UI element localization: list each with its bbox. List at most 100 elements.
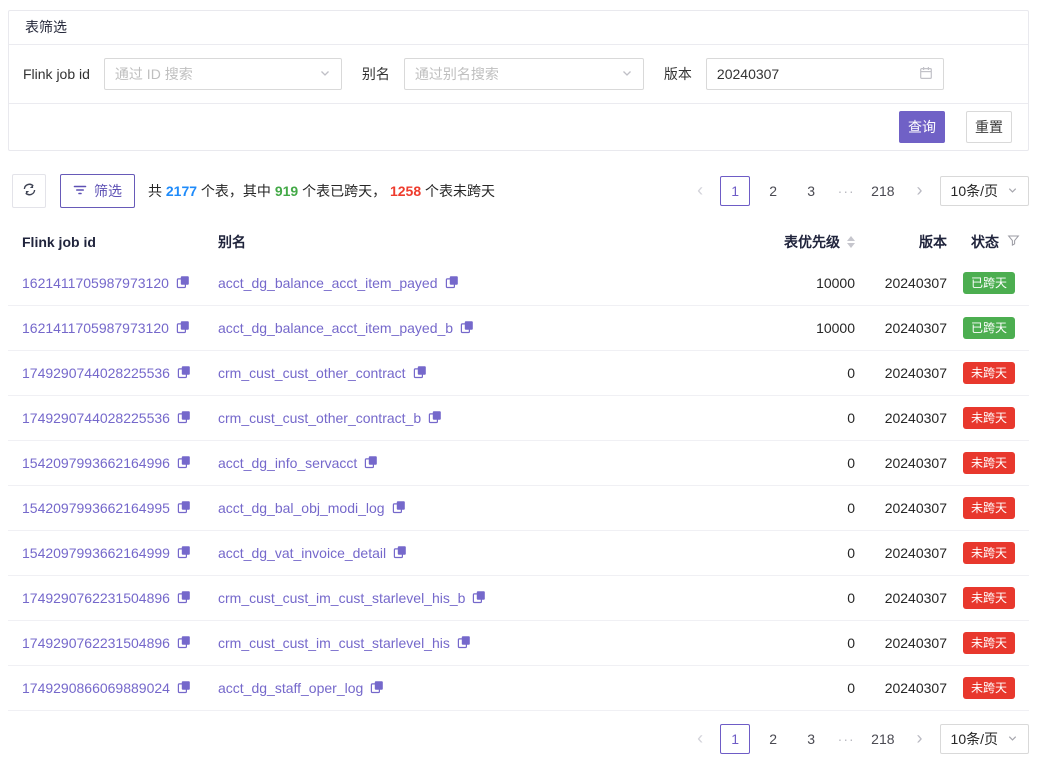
reset-button[interactable]: 重置 <box>966 111 1012 143</box>
table-row: 1621411705987973120 acct_dg_balance_acct… <box>8 306 1029 351</box>
version-date-value: 20240307 <box>717 66 779 82</box>
copy-icon[interactable] <box>460 320 474 337</box>
flink-job-id-link[interactable]: 1542097993662164995 <box>22 500 170 516</box>
flink-job-id-link[interactable]: 1749290744028225536 <box>22 410 170 426</box>
page-size-select[interactable]: 10条/页 <box>940 724 1029 754</box>
copy-icon[interactable] <box>177 635 191 652</box>
flink-job-id-link[interactable]: 1749290866069889024 <box>22 680 170 696</box>
alias-link[interactable]: crm_cust_cust_other_contract <box>218 365 406 381</box>
copy-icon[interactable] <box>364 455 378 472</box>
status-badge: 未跨天 <box>963 677 1015 699</box>
flink-job-id-link[interactable]: 1621411705987973120 <box>22 275 169 291</box>
chevron-down-icon <box>1007 731 1018 747</box>
priority-value: 0 <box>847 500 855 516</box>
filter-panel: 表筛选 Flink job id 通过 ID 搜索 别名 通过别名搜索 版本 <box>8 10 1029 151</box>
table-row: 1749290744028225536 crm_cust_cust_other_… <box>8 351 1029 396</box>
pagination-next[interactable]: › <box>908 176 932 206</box>
flink-job-id-link[interactable]: 1749290762231504896 <box>22 590 170 606</box>
pagination-page-2[interactable]: 2 <box>758 724 788 754</box>
table-body: 1621411705987973120 acct_dg_balance_acct… <box>0 261 1037 711</box>
total-count: 2177 <box>166 183 197 199</box>
copy-icon[interactable] <box>472 590 486 607</box>
flink-job-id-field: Flink job id 通过 ID 搜索 <box>23 58 342 90</box>
sort-icon[interactable] <box>847 236 855 248</box>
flink-job-id-select[interactable]: 通过 ID 搜索 <box>104 58 342 90</box>
alias-link[interactable]: acct_dg_bal_obj_modi_log <box>218 500 385 516</box>
table-row: 1749290762231504896 crm_cust_cust_im_cus… <box>8 576 1029 621</box>
copy-icon[interactable] <box>392 500 406 517</box>
pagination-page-1[interactable]: 1 <box>720 724 750 754</box>
alias-link[interactable]: crm_cust_cust_im_cust_starlevel_his_b <box>218 590 465 606</box>
copy-icon[interactable] <box>370 680 384 697</box>
summary-part1: 共 <box>148 183 166 199</box>
alias-link[interactable]: acct_dg_balance_acct_item_payed <box>218 275 438 291</box>
alias-link[interactable]: acct_dg_staff_oper_log <box>218 680 363 696</box>
flink-job-id-link[interactable]: 1542097993662164996 <box>22 455 170 471</box>
alias-field: 别名 通过别名搜索 <box>362 58 644 90</box>
refresh-icon <box>22 182 37 200</box>
status-badge: 未跨天 <box>963 362 1015 384</box>
copy-icon[interactable] <box>177 500 191 517</box>
version-value: 20240307 <box>885 635 947 651</box>
pagination-next[interactable]: › <box>908 724 932 754</box>
copy-icon[interactable] <box>413 365 427 382</box>
copy-icon[interactable] <box>393 545 407 562</box>
flink-job-id-link[interactable]: 1621411705987973120 <box>22 320 169 336</box>
version-value: 20240307 <box>885 545 947 561</box>
pagination-prev[interactable]: ‹ <box>688 176 712 206</box>
alias-select[interactable]: 通过别名搜索 <box>404 58 644 90</box>
status-badge: 未跨天 <box>963 497 1015 519</box>
flink-job-id-link[interactable]: 1749290762231504896 <box>22 635 170 651</box>
copy-icon[interactable] <box>177 545 191 562</box>
calendar-icon <box>919 66 933 83</box>
version-value: 20240307 <box>885 320 947 336</box>
copy-icon[interactable] <box>177 680 191 697</box>
refresh-button[interactable] <box>12 174 46 208</box>
page: 表筛选 Flink job id 通过 ID 搜索 别名 通过别名搜索 版本 <box>0 0 1037 767</box>
copy-icon[interactable] <box>457 635 471 652</box>
version-value: 20240307 <box>885 590 947 606</box>
version-value: 20240307 <box>885 410 947 426</box>
flink-job-id-link[interactable]: 1542097993662164999 <box>22 545 170 561</box>
column-header-status: 状态 <box>949 232 1029 252</box>
filter-funnel-icon[interactable] <box>1007 234 1020 250</box>
table-row: 1542097993662164995 acct_dg_bal_obj_modi… <box>8 486 1029 531</box>
query-button[interactable]: 查询 <box>899 111 945 143</box>
pagination-page-1[interactable]: 1 <box>720 176 750 206</box>
column-header-priority[interactable]: 表优先级 <box>709 232 859 252</box>
copy-icon[interactable] <box>445 275 459 292</box>
table-row: 1749290762231504896 crm_cust_cust_im_cus… <box>8 621 1029 666</box>
pagination-page-218[interactable]: 218 <box>866 176 899 206</box>
filter-button-label: 筛选 <box>94 181 122 201</box>
version-label: 版本 <box>664 64 692 84</box>
flink-job-id-link[interactable]: 1749290744028225536 <box>22 365 170 381</box>
copy-icon[interactable] <box>176 320 190 337</box>
page-size-select[interactable]: 10条/页 <box>940 176 1029 206</box>
version-value: 20240307 <box>885 680 947 696</box>
filter-button[interactable]: 筛选 <box>60 174 135 208</box>
pagination-prev[interactable]: ‹ <box>688 724 712 754</box>
copy-icon[interactable] <box>176 275 190 292</box>
copy-icon[interactable] <box>428 410 442 427</box>
pagination-page-218[interactable]: 218 <box>866 724 899 754</box>
copy-icon[interactable] <box>177 365 191 382</box>
alias-label: 别名 <box>362 64 390 84</box>
status-badge: 未跨天 <box>963 632 1015 654</box>
pagination-page-3[interactable]: 3 <box>796 724 826 754</box>
alias-link[interactable]: acct_dg_vat_invoice_detail <box>218 545 386 561</box>
version-date-input[interactable]: 20240307 <box>706 58 944 90</box>
alias-link[interactable]: crm_cust_cust_im_cust_starlevel_his <box>218 635 450 651</box>
pagination-page-3[interactable]: 3 <box>796 176 826 206</box>
copy-icon[interactable] <box>177 590 191 607</box>
alias-link[interactable]: crm_cust_cust_other_contract_b <box>218 410 421 426</box>
priority-value: 0 <box>847 545 855 561</box>
status-badge: 未跨天 <box>963 542 1015 564</box>
copy-icon[interactable] <box>177 455 191 472</box>
summary-part4: 个表未跨天 <box>421 183 495 199</box>
alias-link[interactable]: acct_dg_balance_acct_item_payed_b <box>218 320 453 336</box>
alias-link[interactable]: acct_dg_info_servacct <box>218 455 357 471</box>
copy-icon[interactable] <box>177 410 191 427</box>
pagination-page-2[interactable]: 2 <box>758 176 788 206</box>
filter-panel-title: 表筛选 <box>9 11 1028 45</box>
priority-value: 0 <box>847 680 855 696</box>
